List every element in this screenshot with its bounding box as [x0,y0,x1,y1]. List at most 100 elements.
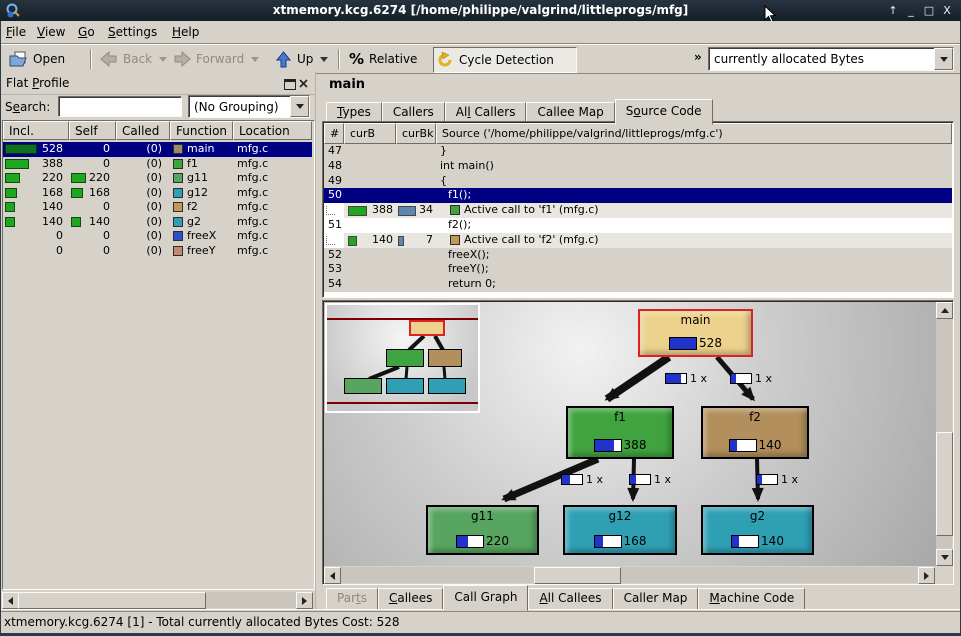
maximize-icon[interactable]: □ [921,3,937,18]
table-row-f1[interactable]: 388 0 (0) f1 mfg.c [3,157,312,172]
relative-toggle-button[interactable]: % Relative [346,47,420,71]
table-row-main[interactable]: 528 0 (0) main mfg.c [3,142,312,157]
cost-bar [731,535,759,548]
toolbar: Open Back Forward Up % Relativ [0,44,961,74]
dock-titlebar[interactable]: Flat Profile [0,74,315,95]
scroll-right-icon[interactable] [296,592,313,609]
back-dropdown-icon[interactable] [159,57,167,62]
flat-profile-dock: Flat Profile Search: (No Grouping) Incl.… [0,72,316,609]
up-dropdown-icon[interactable] [320,57,328,62]
tab-all-callees[interactable]: All Callees [528,588,612,609]
source-line[interactable]: 51 f2(); [324,218,952,233]
table-row-g11[interactable]: 220 220 (0) g11 mfg.c [3,171,312,186]
src-col-source[interactable]: Source ('/home/philippe/valgrind/littlep… [436,123,952,144]
dock-title: Flat Profile [6,76,69,90]
source-line-selected[interactable]: 50 f1(); [324,188,952,203]
combo-dropdown-icon[interactable] [934,48,953,70]
flat-profile-hscrollbar[interactable] [2,592,313,608]
scroll-left-icon[interactable] [2,592,19,609]
graph-node-g11[interactable]: g11 220 [426,505,539,555]
graph-node-g2[interactable]: g2 140 [701,505,814,555]
titlebar[interactable]: xtmemory.kcg.6274 [/home/philippe/valgri… [0,0,961,21]
scroll-left-icon[interactable] [324,567,341,584]
menu-go[interactable]: Go [78,24,95,40]
call-graph-canvas[interactable]: main 528 f1 388 f2 140 g11 220 g12 168 g… [324,302,936,566]
graph-node-main[interactable]: main 528 [638,309,753,357]
tab-callers[interactable]: Callers [382,102,445,123]
menu-settings[interactable]: Settings [108,24,157,40]
event-type-combobox[interactable]: currently allocated Bytes [708,47,954,71]
source-line[interactable]: 47 } [324,144,952,159]
edge-label-f2-g2: 1 x [756,473,798,486]
scroll-down-icon[interactable] [936,549,953,566]
source-line[interactable]: 52 freeX(); [324,248,952,263]
tab-all-callers[interactable]: All Callers [445,102,527,123]
table-row-freeX[interactable]: 0 0 (0) freeX mfg.c [3,229,312,244]
source-line[interactable]: 53 freeY(); [324,262,952,277]
window-left-border [0,21,1,633]
col-function[interactable]: Function [170,121,233,140]
back-button[interactable]: Back [97,47,170,71]
col-called[interactable]: Called [116,121,170,140]
col-location[interactable]: Location [233,121,312,140]
cycle-detection-button[interactable]: Cycle Detection [433,47,577,73]
open-folder-icon [9,51,28,68]
col-self[interactable]: Self [69,121,116,140]
scroll-thumb[interactable] [534,567,621,584]
tab-source-code[interactable]: Source Code [615,99,713,125]
status-text: xtmemory.kcg.6274 [1] - Total currently … [0,611,961,634]
src-col-curbk[interactable]: curBk [396,123,436,144]
tab-callees[interactable]: Callees [378,588,443,609]
function-icon [173,159,183,169]
table-row-g2[interactable]: 140 140 (0) g2 mfg.c [3,215,312,230]
function-tabbar: Types Callers All Callers Callee Map Sou… [326,99,713,123]
src-col-curb[interactable]: curB [344,123,396,144]
combo-dropdown-icon[interactable] [290,96,309,117]
shade-icon[interactable]: ↑ [885,3,901,18]
dock-float-icon[interactable] [284,79,296,90]
tab-types[interactable]: Types [326,102,382,123]
function-icon [450,205,460,215]
table-row-f2[interactable]: 140 0 (0) f2 mfg.c [3,200,312,215]
cost-bar [729,439,757,452]
source-line[interactable]: 48 int main() [324,159,952,174]
table-row-g12[interactable]: 168 168 (0) g12 mfg.c [3,186,312,201]
tab-call-graph[interactable]: Call Graph [443,585,528,611]
forward-button[interactable]: Forward [170,47,262,71]
search-input[interactable] [58,96,182,117]
graph-node-g12[interactable]: g12 168 [563,505,677,555]
graph-overview[interactable] [325,303,480,413]
graph-node-f1[interactable]: f1 388 [566,406,674,459]
source-line[interactable]: 49 { [324,174,952,189]
minimize-icon[interactable]: _ [903,3,919,18]
toolbar-separator [90,49,92,69]
graph-node-f2[interactable]: f2 140 [701,406,809,459]
up-button[interactable]: Up [272,47,331,71]
table-row-freeY[interactable]: 0 0 (0) freeY mfg.c [3,244,312,259]
grouping-combobox[interactable]: (No Grouping) [188,95,310,118]
tab-callee-map[interactable]: Callee Map [526,102,614,123]
tab-machine-code[interactable]: Machine Code [698,588,805,609]
toolbar-overflow-chevron[interactable]: » [694,50,702,64]
graph-hscrollbar[interactable] [324,567,935,583]
scroll-up-icon[interactable] [936,302,953,319]
forward-dropdown-icon[interactable] [251,57,259,62]
close-icon[interactable]: X [939,3,955,18]
menu-help[interactable]: Help [172,24,199,40]
dock-close-icon[interactable] [299,79,308,88]
edge-label-f1-g11: 1 x [561,473,603,486]
col-incl[interactable]: Incl. [3,121,69,140]
scroll-thumb[interactable] [18,592,206,609]
menu-file[interactable]: File [6,24,26,40]
scroll-right-icon[interactable] [918,567,935,584]
open-button[interactable]: Open [6,47,68,71]
src-col-num[interactable]: # [324,123,344,144]
source-call-line-f1[interactable]: 388 34 Active call to 'f1' (mfg.c) [324,203,952,218]
source-line[interactable]: 54 return 0; [324,277,952,292]
menu-view[interactable]: View [37,24,65,40]
source-call-line-f2[interactable]: 140 7 Active call to 'f2' (mfg.c) [324,233,952,248]
tab-caller-map[interactable]: Caller Map [613,588,699,609]
scroll-thumb[interactable] [936,432,953,536]
graph-vscrollbar[interactable] [936,302,952,566]
function-icon [173,217,183,227]
